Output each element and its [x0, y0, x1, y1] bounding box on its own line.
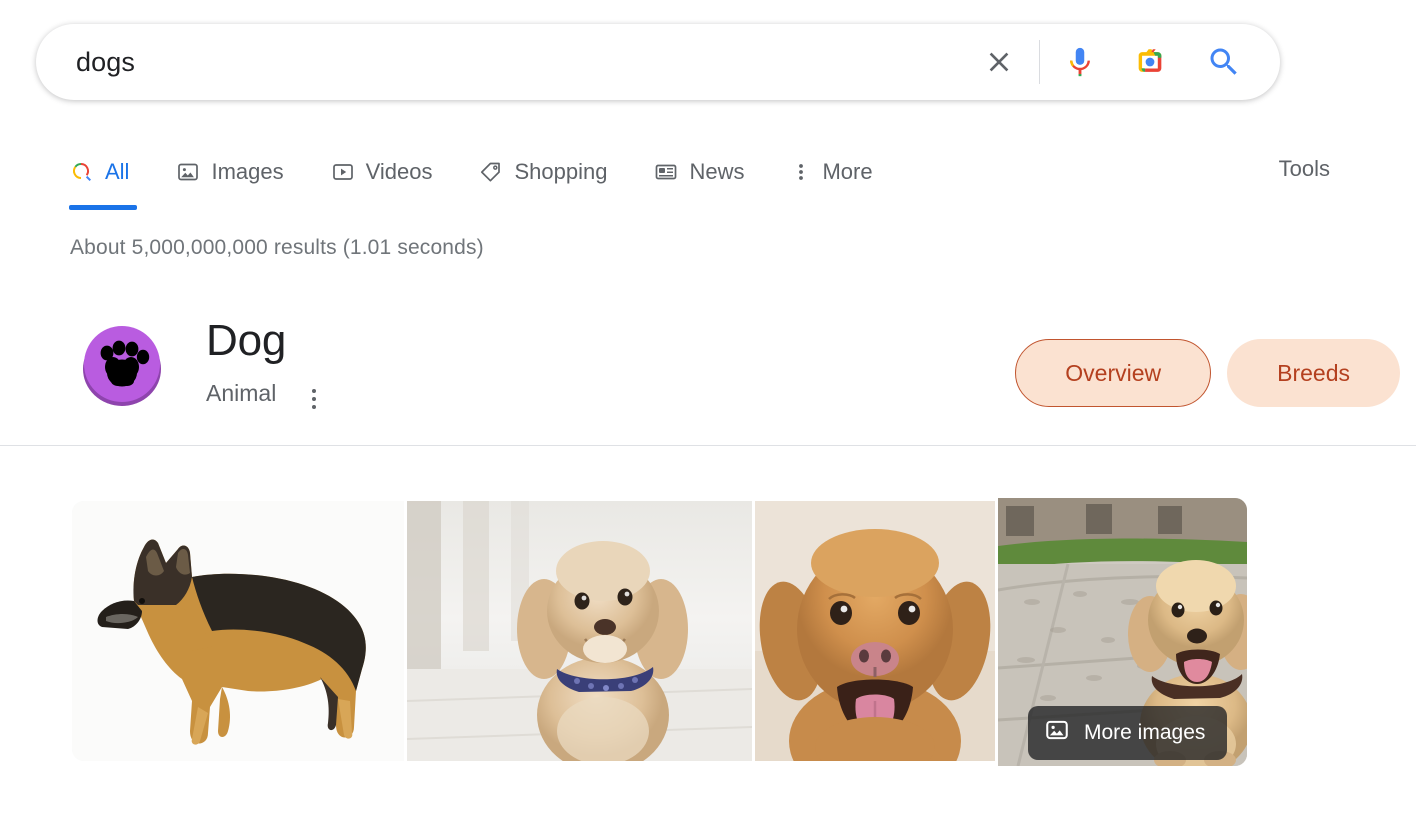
tab-videos[interactable]: Videos — [331, 146, 433, 198]
clear-search-button[interactable] — [973, 36, 1025, 88]
tab-active-underline — [69, 205, 137, 210]
tab-all[interactable]: All — [69, 146, 137, 210]
voice-search-button[interactable] — [1054, 36, 1106, 88]
newspaper-icon — [654, 160, 678, 184]
tab-news[interactable]: News — [654, 146, 744, 198]
tag-icon — [479, 160, 503, 184]
search-input[interactable] — [76, 46, 973, 78]
more-images-label: More images — [1084, 721, 1206, 744]
more-vert-dot — [312, 389, 316, 393]
google-lens-camera-icon — [1138, 49, 1162, 72]
tools-button[interactable]: Tools — [1279, 156, 1330, 182]
thumbnail-german-shepherd[interactable] — [72, 501, 404, 761]
video-icon — [331, 160, 355, 184]
microphone-icon — [1070, 47, 1090, 77]
google-search-icon — [70, 160, 94, 184]
search-actions — [973, 36, 1250, 88]
more-vert-icon — [791, 160, 811, 184]
tab-label: Images — [211, 159, 284, 184]
search-icon — [1210, 48, 1237, 75]
tab-shopping[interactable]: Shopping — [479, 146, 607, 198]
tab-more[interactable]: More — [791, 146, 873, 198]
search-nav-bar: All Images Videos Shopping News More Too… — [0, 146, 1416, 212]
thumbnail-golden-retriever-face[interactable] — [755, 501, 995, 761]
knowledge-panel-chips: Overview Breeds — [1015, 339, 1400, 407]
search-actions-divider — [1039, 40, 1040, 84]
tab-label: All — [105, 159, 130, 184]
knowledge-panel-header: Dog Animal Overview Breeds — [0, 306, 1416, 446]
image-icon — [176, 160, 200, 184]
thumbnail-golden-retriever-puppy[interactable]: More images — [998, 498, 1247, 766]
image-results-strip: More images — [72, 498, 1247, 766]
tab-label: Shopping — [514, 159, 608, 184]
tab-label: News — [689, 159, 745, 184]
lens-search-button[interactable] — [1124, 36, 1176, 88]
tab-images[interactable]: Images — [176, 146, 284, 198]
search-submit-button[interactable] — [1198, 36, 1250, 88]
knowledge-panel-more-options-button[interactable] — [304, 386, 324, 412]
more-vert-dot — [312, 397, 316, 401]
chip-overview[interactable]: Overview — [1015, 339, 1212, 407]
knowledge-panel-subtitle: Animal — [206, 380, 277, 406]
thumbnail-image — [755, 501, 995, 761]
thumbnail-image — [407, 501, 752, 761]
knowledge-panel-divider — [0, 445, 1416, 446]
tab-label: Videos — [365, 159, 433, 184]
close-icon — [989, 52, 1009, 72]
nav-tabs: All Images Videos Shopping News More Too… — [0, 146, 1416, 212]
more-images-button[interactable]: More images — [1028, 706, 1228, 760]
search-bar[interactable] — [36, 24, 1280, 100]
more-vert-dot — [312, 405, 316, 409]
search-bar-container — [36, 24, 1280, 100]
thumbnail-cockapoo-puppy[interactable] — [407, 501, 752, 761]
chip-breeds[interactable]: Breeds — [1227, 339, 1400, 407]
image-icon — [1044, 717, 1070, 749]
paw-print-icon — [80, 324, 164, 408]
thumbnail-image — [72, 501, 404, 761]
result-stats: About 5,000,000,000 results (1.01 second… — [70, 236, 484, 259]
tab-label: More — [822, 159, 873, 184]
knowledge-panel-title: Dog — [206, 316, 287, 365]
